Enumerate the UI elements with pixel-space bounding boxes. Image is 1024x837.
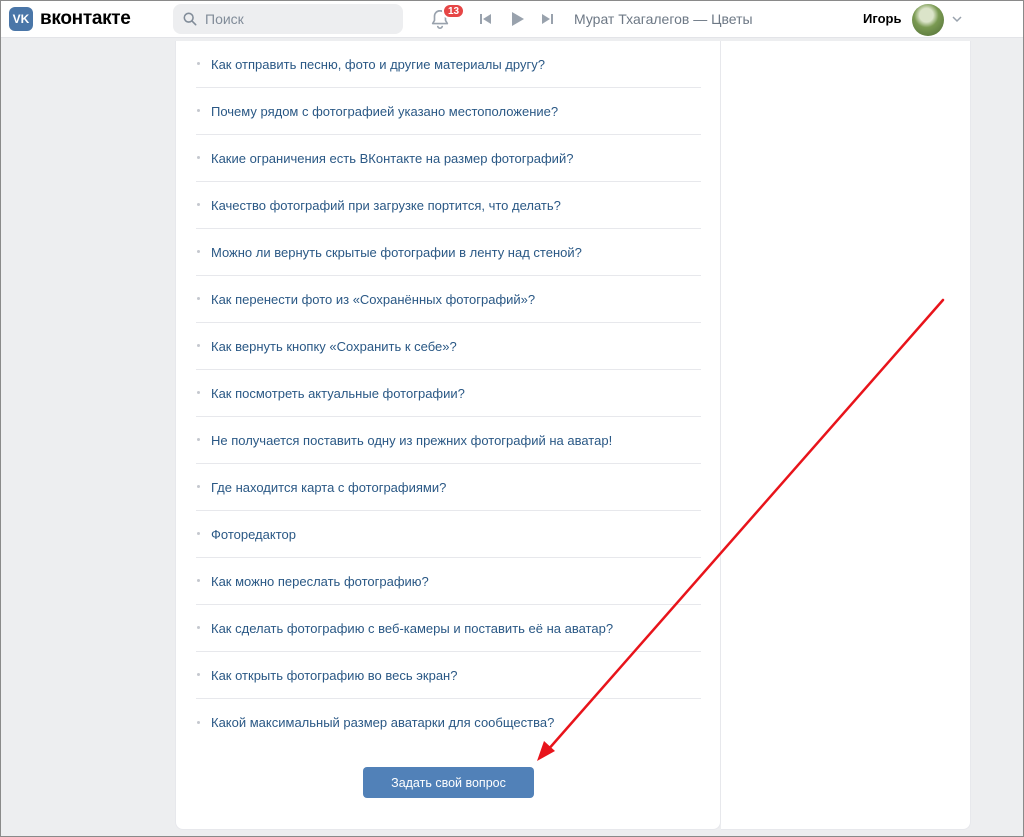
faq-item: Как отправить песню, фото и другие матер… — [196, 41, 701, 88]
vk-logo[interactable]: VK вконтакте — [9, 7, 131, 31]
bullet — [197, 344, 200, 347]
bullet — [197, 297, 200, 300]
bullet — [197, 579, 200, 582]
faq-link[interactable]: Какие ограничения есть ВКонтакте на разм… — [211, 151, 573, 166]
faq-link[interactable]: Можно ли вернуть скрытые фотографии в ле… — [211, 245, 582, 260]
user-name[interactable]: Игорь — [863, 11, 901, 26]
faq-link[interactable]: Как вернуть кнопку «Сохранить к себе»? — [211, 339, 457, 354]
faq-link[interactable]: Как сделать фотографию с веб-камеры и по… — [211, 621, 613, 636]
bullet — [197, 62, 200, 65]
faq-item: Не получается поставить одну из прежних … — [196, 417, 701, 464]
faq-link[interactable]: Как можно переслать фотографию? — [211, 574, 429, 589]
bullet — [197, 203, 200, 206]
faq-item: Какие ограничения есть ВКонтакте на разм… — [196, 135, 701, 182]
bullet — [197, 438, 200, 441]
faq-item: Качество фотографий при загрузке портитс… — [196, 182, 701, 229]
faq-item: Где находится карта с фотографиями? — [196, 464, 701, 511]
bullet — [197, 673, 200, 676]
chevron-down-icon[interactable] — [951, 13, 963, 25]
faq-link[interactable]: Не получается поставить одну из прежних … — [211, 433, 612, 448]
top-header: VK вконтакте 13 Мурат Тхагалегов — Цветы… — [1, 1, 1023, 38]
faq-item: Почему рядом с фотографией указано место… — [196, 88, 701, 135]
faq-link[interactable]: Фоторедактор — [211, 527, 296, 542]
bullet — [197, 156, 200, 159]
faq-item: Как посмотреть актуальные фотографии? — [196, 370, 701, 417]
faq-item: Как сделать фотографию с веб-камеры и по… — [196, 605, 701, 652]
bullet — [197, 626, 200, 629]
now-playing-title[interactable]: Мурат Тхагалегов — Цветы — [574, 11, 753, 27]
faq-item: Как вернуть кнопку «Сохранить к себе»? — [196, 323, 701, 370]
faq-link[interactable]: Как посмотреть актуальные фотографии? — [211, 386, 465, 401]
bullet — [197, 250, 200, 253]
faq-item: Как можно переслать фотографию? — [196, 558, 701, 605]
faq-link[interactable]: Как перенести фото из «Сохранённых фотог… — [211, 292, 535, 307]
faq-card: Как отправить песню, фото и другие матер… — [175, 41, 721, 830]
faq-link[interactable]: Почему рядом с фотографией указано место… — [211, 104, 558, 119]
bullet — [197, 532, 200, 535]
vk-logo-icon: VK — [9, 7, 33, 31]
faq-link[interactable]: Где находится карта с фотографиями? — [211, 480, 446, 495]
faq-item: Какой максимальный размер аватарки для с… — [196, 699, 701, 746]
faq-link[interactable]: Какой максимальный размер аватарки для с… — [211, 715, 554, 730]
play-icon[interactable] — [508, 10, 526, 28]
ask-question-button[interactable]: Задать свой вопрос — [363, 767, 534, 798]
next-track-icon[interactable] — [538, 10, 556, 28]
bullet — [197, 391, 200, 394]
faq-link[interactable]: Качество фотографий при загрузке портитс… — [211, 198, 561, 213]
search-icon — [183, 12, 197, 26]
notifications-badge: 13 — [442, 3, 466, 19]
faq-item: Как открыть фотографию во весь экран? — [196, 652, 701, 699]
search-box[interactable] — [173, 4, 403, 34]
faq-link[interactable]: Как отправить песню, фото и другие матер… — [211, 57, 545, 72]
avatar[interactable] — [912, 4, 944, 36]
faq-item: Можно ли вернуть скрытые фотографии в ле… — [196, 229, 701, 276]
previous-track-icon[interactable] — [477, 10, 495, 28]
bullet — [197, 109, 200, 112]
faq-item: Как перенести фото из «Сохранённых фотог… — [196, 276, 701, 323]
faq-item: Фоторедактор — [196, 511, 701, 558]
bullet — [197, 485, 200, 488]
search-input[interactable] — [205, 11, 385, 27]
faq-link[interactable]: Как открыть фотографию во весь экран? — [211, 668, 457, 683]
right-sidebar — [721, 41, 971, 830]
bullet — [197, 720, 200, 724]
logo-text: вконтакте — [40, 8, 131, 29]
faq-list: Как отправить песню, фото и другие матер… — [196, 41, 701, 746]
